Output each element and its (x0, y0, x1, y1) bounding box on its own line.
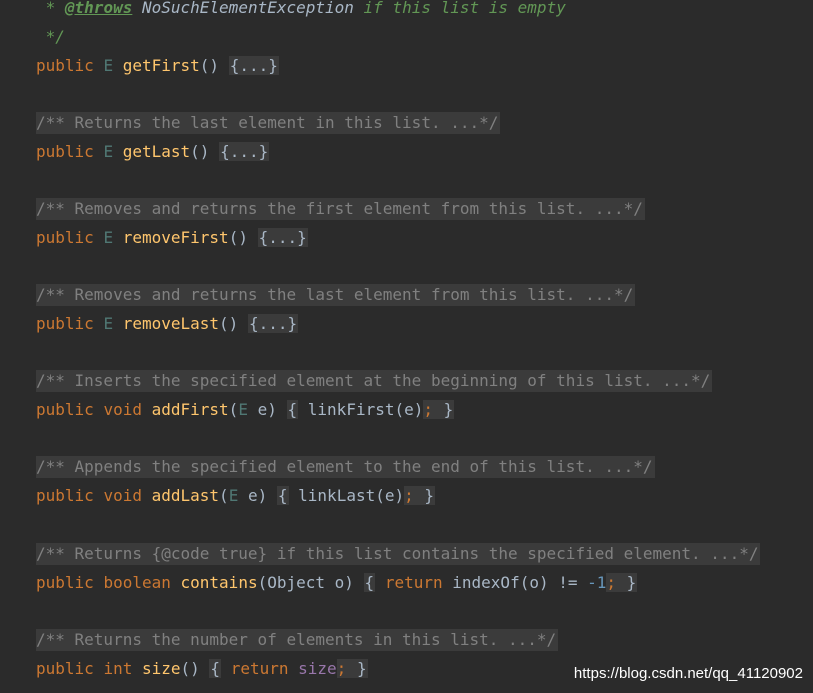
kw-void: void (103, 486, 142, 505)
doc-size[interactable]: /** Returns the number of elements in th… (36, 629, 559, 651)
kw-public: public (36, 659, 94, 678)
semicolon: ; (423, 400, 434, 419)
method-name: addLast (151, 486, 220, 505)
doc-addlast[interactable]: /** Appends the specified element to the… (36, 456, 655, 478)
brace-close-char: } (424, 486, 435, 505)
brace-close-char: } (626, 573, 637, 592)
brace-close-char: } (443, 400, 454, 419)
method-addfirst: public void addFirst(E e) { linkFirst(e)… (36, 399, 455, 421)
kw-public: public (36, 228, 94, 247)
parens: () (199, 56, 220, 75)
doc-removelast[interactable]: /** Removes and returns the last element… (36, 284, 636, 306)
kw-public: public (36, 56, 94, 75)
brace-open[interactable]: { (363, 573, 376, 592)
field-size: size (298, 659, 337, 678)
method-name: removeLast (122, 314, 220, 333)
kw-public: public (36, 573, 94, 592)
method-size: public int size() { return size; } (36, 658, 368, 680)
method-name: getFirst (122, 56, 200, 75)
method-name: size (141, 659, 181, 678)
type-e: E (103, 142, 114, 161)
brace-close[interactable]: } (413, 486, 436, 505)
semicolon: ; (606, 573, 617, 592)
parens: () (228, 228, 248, 247)
doc-addfirst[interactable]: /** Inserts the specified element at the… (36, 370, 713, 392)
kw-public: public (36, 486, 94, 505)
kw-return: return (384, 573, 443, 592)
kw-boolean: boolean (103, 573, 171, 592)
kw-public: public (36, 314, 94, 333)
type-e: E (103, 56, 114, 75)
method-removelast: public E removeLast() {...} (36, 313, 299, 335)
brace-open[interactable]: { (286, 400, 299, 419)
call-indexof: indexOf(o) != (452, 573, 588, 592)
brace-close[interactable]: } (616, 573, 638, 592)
type-e: E (103, 314, 114, 333)
folded-body[interactable]: {...} (219, 142, 270, 161)
brace-open[interactable]: { (276, 486, 289, 505)
folded-body[interactable]: {...} (228, 56, 279, 75)
javadoc-throws-line: * @throws NoSuchElementException if this… (36, 0, 566, 19)
brace-open[interactable]: { (209, 659, 222, 678)
doc-close: */ (36, 27, 65, 46)
doc-removefirst[interactable]: /** Removes and returns the first elemen… (36, 198, 645, 220)
type-e: E (238, 400, 248, 419)
parens: () (180, 659, 200, 678)
doc-throws-text: if this list is empty (353, 0, 566, 17)
kw-return: return (230, 659, 289, 678)
method-getlast: public E getLast() {...} (36, 141, 270, 163)
kw-int: int (103, 659, 133, 678)
doc-contains[interactable]: /** Returns {@code true} if this list co… (36, 543, 761, 565)
method-removefirst: public E removeFirst() {...} (36, 227, 308, 249)
parens: () (219, 314, 239, 333)
method-name: getLast (122, 142, 191, 161)
method-name: removeFirst (122, 228, 229, 247)
method-name: addFirst (151, 400, 229, 419)
paren-open: ( (219, 486, 229, 505)
code-editor[interactable]: * @throws NoSuchElementException if this… (0, 0, 813, 693)
watermark-url: https://blog.csdn.net/qq_41120902 (573, 665, 803, 682)
call-linkfirst: linkFirst(e) (307, 400, 424, 419)
kw-public: public (36, 400, 94, 419)
method-contains: public boolean contains(Object o) { retu… (36, 572, 638, 594)
kw-public: public (36, 142, 94, 161)
doc-exception-name: NoSuchElementException (141, 0, 354, 17)
type-e: E (103, 228, 114, 247)
semicolon: ; (336, 659, 347, 678)
param: e) (238, 486, 268, 505)
doc-throws-tag: @throws (64, 0, 133, 17)
javadoc-close-line: */ (36, 26, 65, 48)
paren-open: ( (228, 400, 239, 419)
parens: () (190, 142, 210, 161)
type-e: E (228, 486, 239, 505)
param: e) (247, 400, 277, 419)
method-addlast: public void addLast(E e) { linkLast(e); … (36, 485, 436, 507)
number-literal: -1 (587, 573, 607, 592)
doc-star: * (36, 0, 65, 17)
folded-body[interactable]: {...} (257, 228, 308, 247)
param: (Object o) (257, 573, 354, 592)
brace-close[interactable]: } (433, 400, 455, 419)
semicolon: ; (404, 486, 414, 505)
method-getfirst: public E getFirst() {...} (36, 55, 279, 77)
folded-body[interactable]: {...} (247, 314, 299, 333)
brace-close[interactable]: } (346, 659, 368, 678)
call-linklast: linkLast(e) (298, 486, 405, 505)
doc-getlast[interactable]: /** Returns the last element in this lis… (36, 112, 501, 134)
method-name: contains (180, 573, 258, 592)
brace-close-char: } (356, 659, 367, 678)
kw-void: void (103, 400, 142, 419)
